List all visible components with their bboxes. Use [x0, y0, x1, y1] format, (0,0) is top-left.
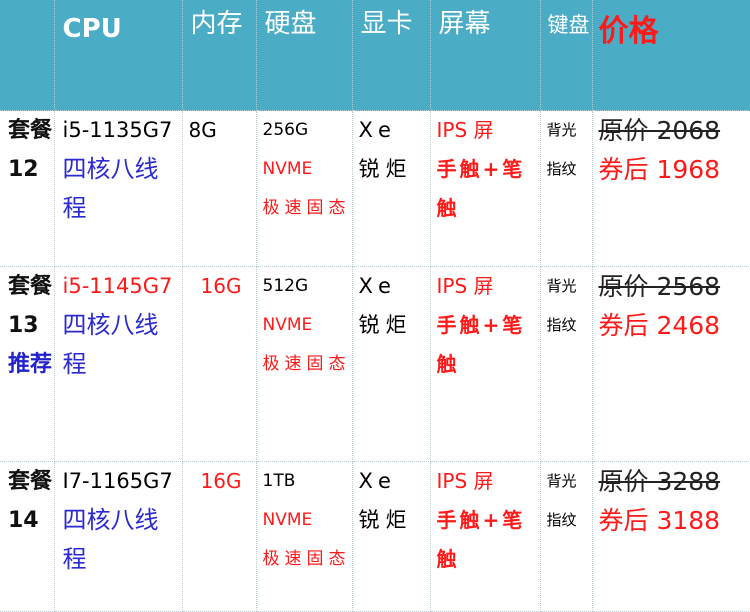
keyboard-fingerprint: 指纹	[546, 160, 577, 178]
cpu-cell: i5-1135G7 四核八线程	[54, 110, 183, 267]
keyboard-fingerprint: 指纹	[546, 316, 577, 334]
disk-type: NVME	[262, 510, 313, 530]
header-cpu: CPU	[54, 0, 183, 111]
table-row: 套餐 13 推荐 i5-1145G7 四核八线程 16G 512G NVME 极…	[0, 266, 750, 462]
keyboard-cell: 背光 指纹	[540, 110, 593, 267]
cpu-model: i5-1145G7	[62, 274, 173, 298]
screen-type: IPS 屏	[436, 469, 494, 493]
package-prefix: 套餐	[8, 274, 53, 299]
original-price: 原价 2568	[598, 272, 721, 301]
header-price: 价格	[592, 0, 750, 111]
package-cell: 套餐 13 推荐	[0, 266, 55, 462]
spec-price-table: CPU 内存 硬盘 显卡 屏幕 键盘 价格 套餐 12 i5-1135G7 四核…	[0, 0, 750, 612]
coupon-price: 券后 2468	[598, 311, 721, 340]
coupon-price: 券后 3188	[598, 506, 721, 535]
disk-description: 极速固态	[262, 198, 351, 218]
screen-touch: 手触+笔触	[436, 157, 526, 220]
cpu-description: 四核八线程	[62, 155, 159, 222]
package-number: 14	[8, 508, 39, 533]
disk-size: 256G	[262, 120, 309, 140]
coupon-price: 券后 1968	[598, 155, 721, 184]
disk-size: 1TB	[262, 471, 296, 491]
gpu-cell: Xe 锐炬	[352, 110, 431, 267]
keyboard-backlight: 背光	[546, 121, 577, 139]
table-row: 套餐 14 I7-1165G7 四核八线程 16G 1TB NVME 极速固态 …	[0, 461, 750, 612]
header-memory: 内存	[182, 0, 257, 111]
package-number: 13	[8, 313, 39, 338]
price-cell: 原价 3288 券后 3188	[592, 461, 750, 612]
header-screen: 屏幕	[430, 0, 541, 111]
keyboard-cell: 背光 指纹	[540, 461, 593, 612]
cpu-cell: i5-1145G7 四核八线程	[54, 266, 183, 462]
table-row: 套餐 12 i5-1135G7 四核八线程 8G 256G NVME 极速固态 …	[0, 110, 750, 267]
screen-cell: IPS 屏 手触+笔触	[430, 461, 541, 612]
package-cell: 套餐 12	[0, 110, 55, 267]
price-cell: 原价 2068 券后 1968	[592, 110, 750, 267]
screen-touch: 手触+笔触	[436, 508, 526, 571]
screen-cell: IPS 屏 手触+笔触	[430, 110, 541, 267]
package-prefix: 套餐	[8, 118, 53, 143]
keyboard-backlight: 背光	[546, 472, 577, 490]
keyboard-cell: 背光 指纹	[540, 266, 593, 462]
header-disk: 硬盘	[256, 0, 353, 111]
memory-cell: 16G	[182, 461, 257, 612]
original-price: 原价 2068	[598, 116, 721, 145]
price-cell: 原价 2568 券后 2468	[592, 266, 750, 462]
disk-cell: 256G NVME 极速固态	[256, 110, 353, 267]
header-row: CPU 内存 硬盘 显卡 屏幕 键盘 价格	[0, 0, 750, 111]
cpu-model: i5-1135G7	[62, 118, 173, 142]
disk-cell: 512G NVME 极速固态	[256, 266, 353, 462]
disk-description: 极速固态	[262, 354, 351, 374]
header-keyboard: 键盘	[540, 0, 593, 111]
recommend-badge: 推荐	[8, 352, 53, 377]
keyboard-fingerprint: 指纹	[546, 511, 577, 529]
cpu-description: 四核八线程	[62, 311, 159, 378]
screen-type: IPS 屏	[436, 118, 494, 142]
cpu-description: 四核八线程	[62, 506, 159, 573]
header-gpu: 显卡	[352, 0, 431, 111]
memory-cell: 16G	[182, 266, 257, 462]
screen-type: IPS 屏	[436, 274, 494, 298]
screen-cell: IPS 屏 手触+笔触	[430, 266, 541, 462]
gpu-cell: Xe 锐炬	[352, 266, 431, 462]
keyboard-backlight: 背光	[546, 277, 577, 295]
screen-touch: 手触+笔触	[436, 313, 526, 376]
memory-cell: 8G	[182, 110, 257, 267]
gpu-cell: Xe 锐炬	[352, 461, 431, 612]
disk-size: 512G	[262, 276, 309, 296]
package-prefix: 套餐	[8, 469, 53, 494]
disk-description: 极速固态	[262, 549, 351, 569]
disk-type: NVME	[262, 315, 313, 335]
header-package	[0, 0, 55, 111]
disk-cell: 1TB NVME 极速固态	[256, 461, 353, 612]
cpu-model: I7-1165G7	[62, 469, 173, 493]
package-cell: 套餐 14	[0, 461, 55, 612]
package-number: 12	[8, 157, 39, 182]
disk-type: NVME	[262, 159, 313, 179]
cpu-cell: I7-1165G7 四核八线程	[54, 461, 183, 612]
original-price: 原价 3288	[598, 467, 721, 496]
